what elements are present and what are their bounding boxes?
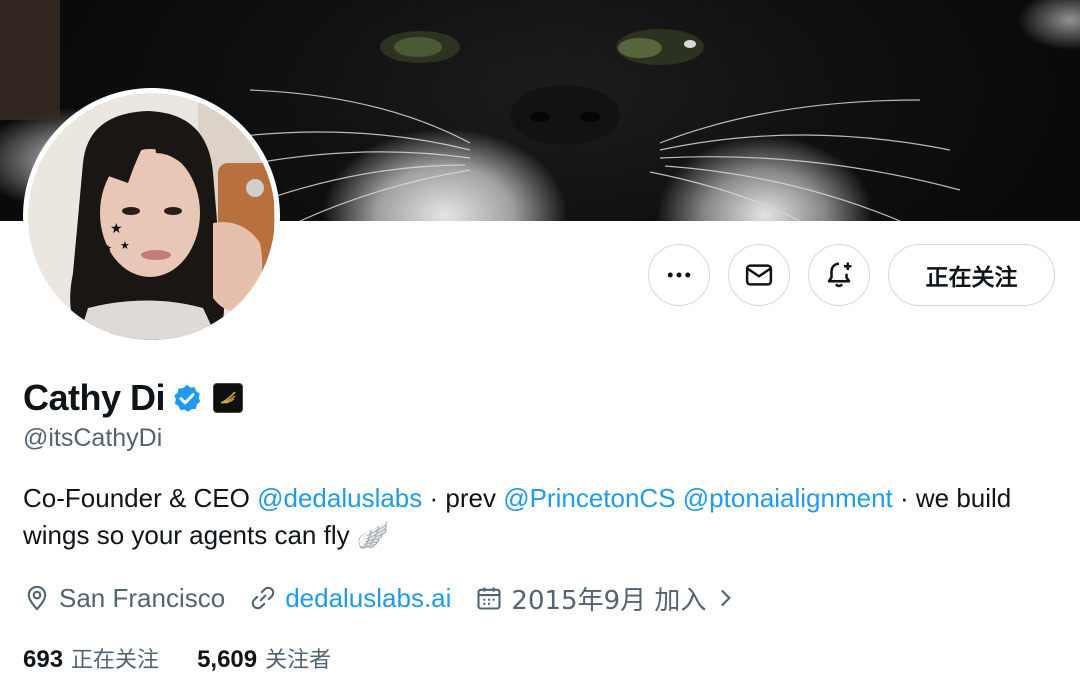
website-link[interactable]: dedaluslabs.ai xyxy=(285,583,451,614)
wing-logo-icon xyxy=(220,391,236,404)
profile-meta: San Francisco dedaluslabs.ai 2015年9月 加入 xyxy=(23,578,762,618)
location-pin-icon xyxy=(27,585,47,611)
mention-link[interactable]: @dedaluslabs xyxy=(257,483,422,513)
followers-stat[interactable]: 5,609 关注者 xyxy=(197,642,331,674)
more-button[interactable] xyxy=(648,244,710,306)
followers-count: 5,609 xyxy=(197,646,258,673)
calendar-icon xyxy=(477,587,501,610)
profile-bio: Co-Founder & CEO @dedaluslabs · prev @Pr… xyxy=(23,480,1063,554)
notifications-button[interactable] xyxy=(808,244,870,306)
location-text: San Francisco xyxy=(59,582,226,613)
mention-link[interactable]: @ptonaialignment xyxy=(683,483,893,513)
following-label: 正在关注 xyxy=(71,648,160,673)
verified-badge-icon[interactable] xyxy=(171,383,203,415)
bio-text: · prev xyxy=(422,483,504,513)
link-icon xyxy=(251,586,275,610)
location-item: San Francisco xyxy=(23,583,225,614)
svg-text:★: ★ xyxy=(110,220,123,236)
bio-text xyxy=(676,483,683,513)
profile-handle: @itsCathyDi xyxy=(23,424,163,452)
following-button[interactable]: 正在关注 xyxy=(888,244,1055,306)
affiliation-badge-icon[interactable] xyxy=(213,383,244,413)
mention-link[interactable]: @PrincetonCS xyxy=(503,483,675,513)
envelope-icon xyxy=(745,264,773,286)
joined-item[interactable]: 2015年9月 加入 xyxy=(475,580,738,617)
name-row: Cathy Di xyxy=(23,373,244,423)
followers-label: 关注者 xyxy=(265,648,332,673)
display-name: Cathy Di xyxy=(23,377,166,418)
message-button[interactable] xyxy=(728,244,790,306)
profile-stats: 693 正在关注 5,609 关注者 xyxy=(23,638,369,678)
more-horizontal-icon xyxy=(667,272,691,278)
following-stat[interactable]: 693 正在关注 xyxy=(23,642,159,674)
following-count: 693 xyxy=(23,646,64,673)
bio-text: Co-Founder & CEO xyxy=(23,483,258,513)
wing-emoji: 🪽 xyxy=(356,520,390,550)
website-item[interactable]: dedaluslabs.ai xyxy=(249,583,451,614)
joined-text: 2015年9月 加入 xyxy=(511,585,707,616)
bell-plus-icon xyxy=(827,262,852,288)
chevron-right-icon xyxy=(721,589,732,607)
profile-actions: 正在关注 xyxy=(0,244,1080,308)
